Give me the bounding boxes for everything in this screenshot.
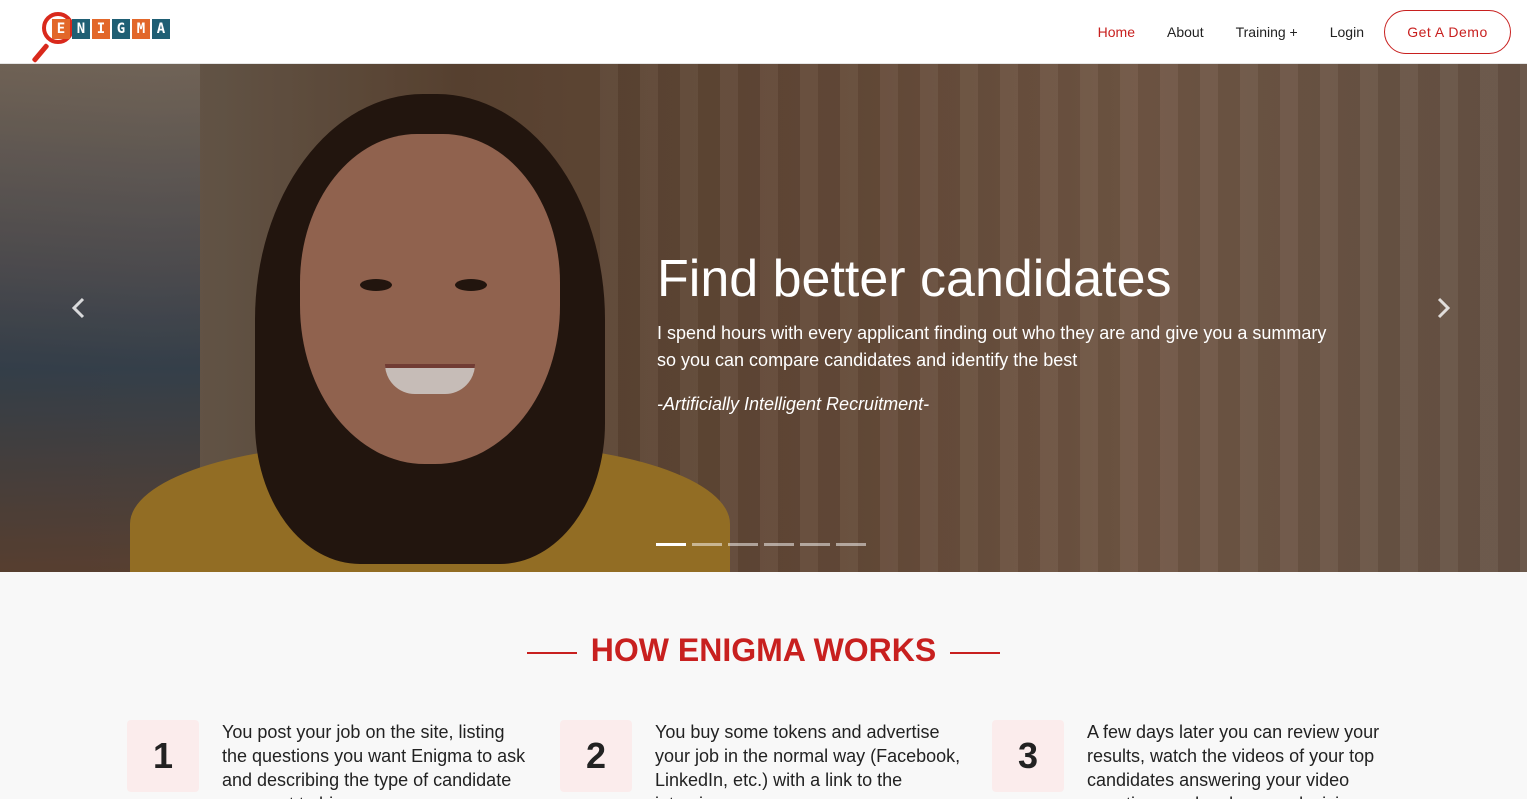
hero-title: Find better candidates: [657, 250, 1172, 308]
carousel-indicator[interactable]: [800, 543, 830, 546]
carousel-indicator[interactable]: [764, 543, 794, 546]
logo-letter: G: [112, 19, 130, 39]
step-text: You buy some tokens and advertise your j…: [655, 722, 961, 799]
step-text: You post your job on the site, listing t…: [222, 722, 526, 799]
step-number: 1: [127, 720, 199, 792]
magnifier-handle: [31, 42, 50, 64]
carousel-indicators: [656, 543, 866, 546]
title-rule-left: [526, 651, 577, 654]
hero-overlay: [0, 64, 1527, 572]
hero-quote: -Artificially Intelligent Recruitment-: [657, 394, 930, 414]
nav-training[interactable]: Training +: [1236, 24, 1298, 40]
logo-letter: E: [52, 19, 70, 39]
carousel-indicator[interactable]: [692, 543, 722, 546]
step-1: 1 You post your job on the site, listing…: [127, 720, 537, 799]
chevron-left-icon: [71, 297, 85, 319]
nav-about[interactable]: About: [1167, 24, 1204, 40]
main-nav: Home About Training + Login Get A Demo: [1066, 10, 1511, 54]
step-text: A few days later you can review your res…: [1087, 722, 1380, 799]
nav-login[interactable]: Login: [1330, 24, 1364, 40]
section-title: HOW ENIGMA WORKS: [0, 632, 1527, 669]
step-number: 2: [560, 720, 632, 792]
logo-letter: M: [132, 19, 150, 39]
nav-home[interactable]: Home: [1098, 24, 1135, 40]
hero-carousel: Find better candidates I spend hours wit…: [0, 64, 1527, 572]
logo-letter: N: [72, 19, 90, 39]
enigma-logo[interactable]: E N I G M A: [31, 10, 176, 64]
carousel-indicator[interactable]: [656, 543, 686, 546]
how-it-works-section: HOW ENIGMA WORKS 1 You post your job on …: [0, 572, 1527, 799]
site-header: E N I G M A Home About Training + Login …: [0, 0, 1527, 64]
carousel-prev-button[interactable]: [66, 294, 90, 322]
title-rule-right: [950, 651, 1001, 654]
step-2: 2 You buy some tokens and advertise your…: [560, 720, 970, 799]
carousel-indicator[interactable]: [836, 543, 866, 546]
carousel-indicator[interactable]: [728, 543, 758, 546]
hero-description: I spend hours with every applicant findi…: [657, 323, 1327, 370]
step-number: 3: [992, 720, 1064, 792]
logo-letter: A: [152, 19, 170, 39]
logo-letters: E N I G M A: [52, 19, 170, 39]
section-title-text: HOW ENIGMA WORKS: [590, 632, 937, 668]
get-demo-button[interactable]: Get A Demo: [1384, 10, 1511, 54]
chevron-right-icon: [1437, 297, 1451, 319]
logo-letter: I: [92, 19, 110, 39]
step-3: 3 A few days later you can review your r…: [992, 720, 1402, 799]
carousel-next-button[interactable]: [1432, 294, 1456, 322]
